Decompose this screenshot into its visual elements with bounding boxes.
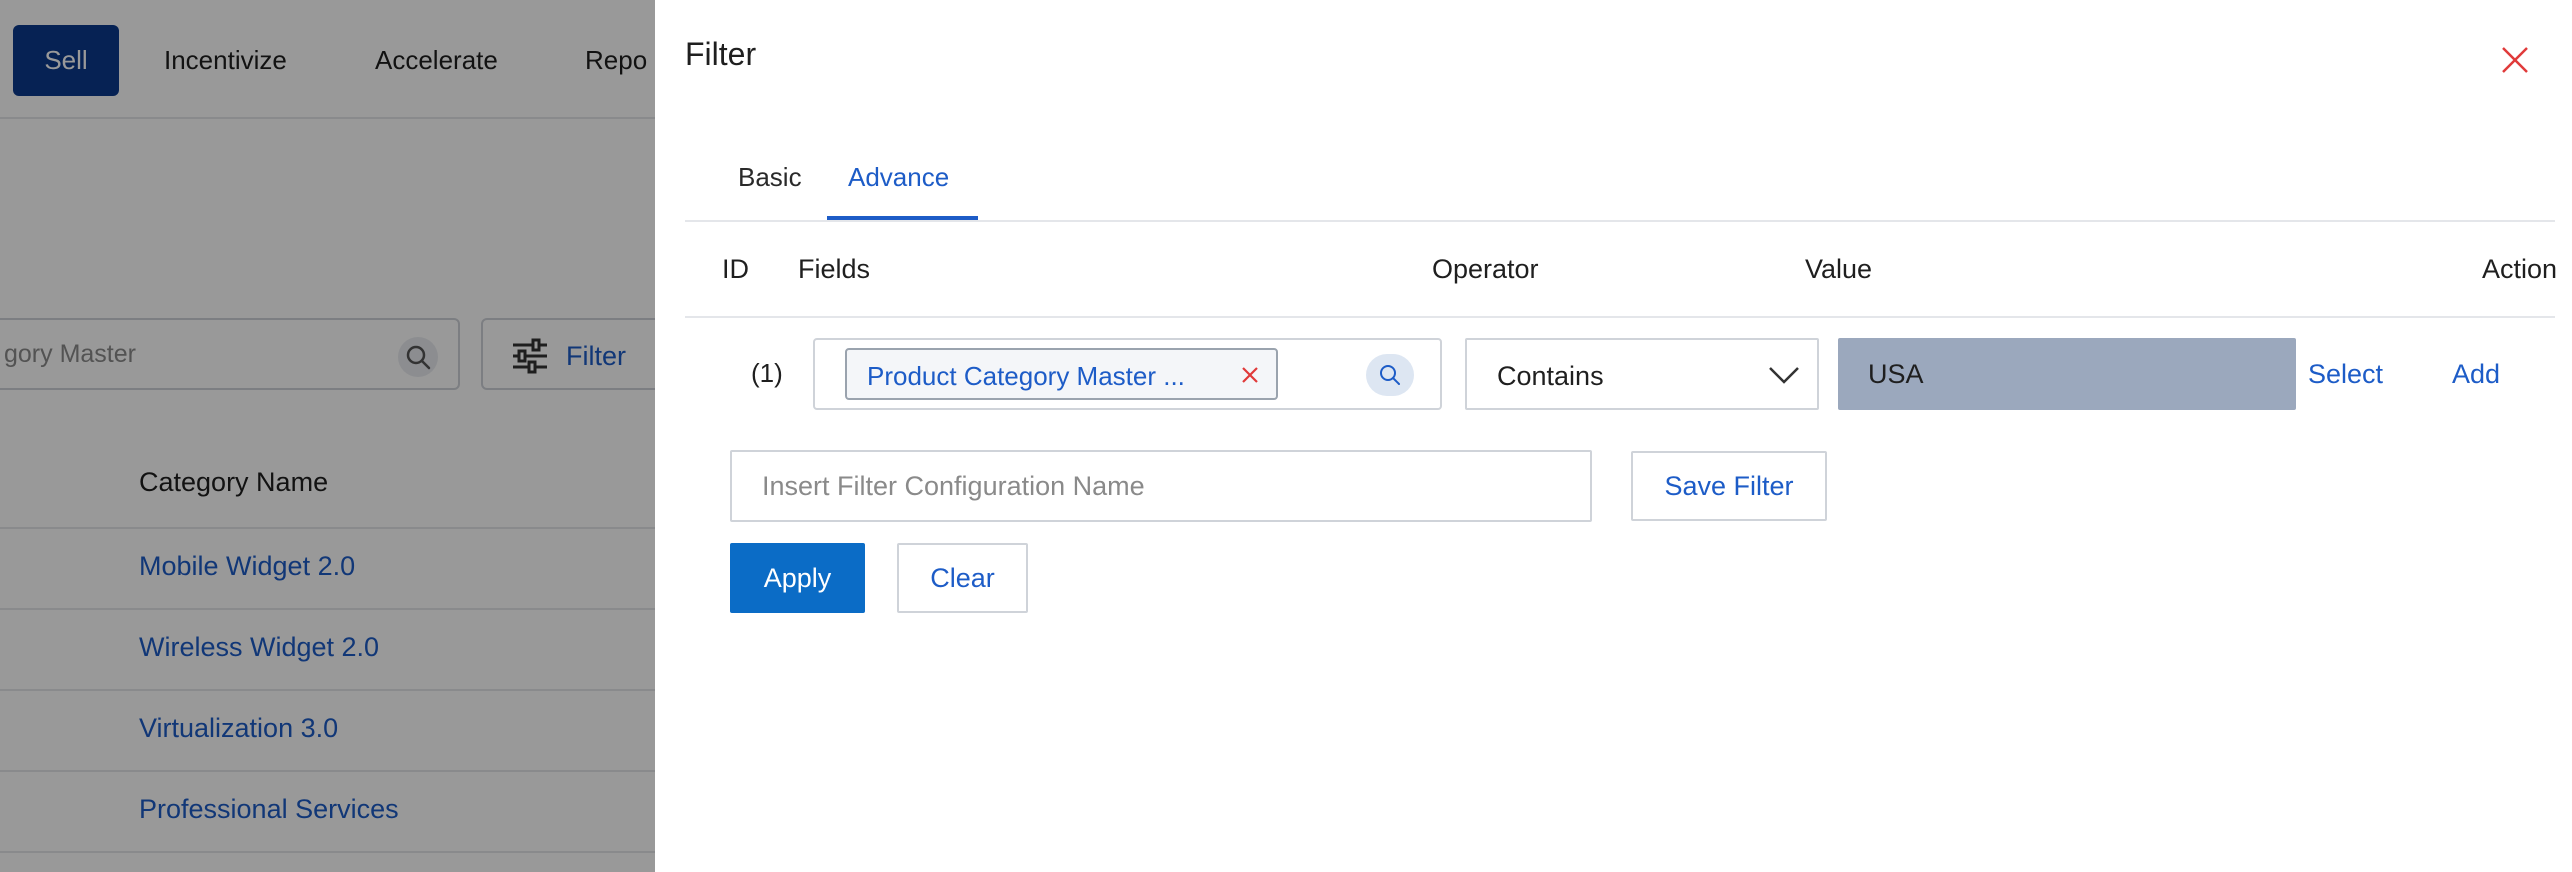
value-text: USA bbox=[1868, 359, 1924, 389]
fields-selector[interactable]: Product Category Master ... bbox=[813, 338, 1442, 410]
tab-advance[interactable]: Advance bbox=[848, 162, 949, 193]
column-header-fields: Fields bbox=[798, 254, 871, 284]
close-icon bbox=[2502, 47, 2528, 73]
modal-backdrop[interactable] bbox=[0, 0, 655, 872]
operator-value: Contains bbox=[1497, 361, 1604, 391]
row-id: (1) bbox=[751, 358, 783, 388]
value-field[interactable]: USA bbox=[1838, 338, 2296, 410]
save-filter-button[interactable]: Save Filter bbox=[1631, 451, 1827, 521]
chip-remove-icon[interactable] bbox=[1237, 362, 1263, 388]
select-link[interactable]: Select bbox=[2308, 359, 2383, 390]
operator-select[interactable]: Contains bbox=[1465, 338, 1819, 410]
field-chip[interactable]: Product Category Master ... bbox=[845, 348, 1278, 400]
field-search-button[interactable] bbox=[1366, 354, 1414, 396]
chevron-down-icon bbox=[1769, 367, 1799, 384]
column-header-id: ID bbox=[722, 254, 749, 284]
clear-button[interactable]: Clear bbox=[897, 543, 1028, 613]
panel-title: Filter bbox=[685, 36, 757, 72]
column-header-operator: Operator bbox=[1432, 254, 1539, 284]
add-link[interactable]: Add bbox=[2452, 359, 2500, 390]
filter-table-header: ID Fields Operator Value Action bbox=[685, 222, 2558, 318]
apply-button[interactable]: Apply bbox=[730, 543, 865, 613]
close-button[interactable] bbox=[2495, 40, 2535, 80]
column-header-action: Action bbox=[2482, 254, 2558, 284]
filter-tabs: Basic Advance bbox=[685, 142, 2555, 222]
field-chip-label: Product Category Master ... bbox=[867, 361, 1185, 391]
active-tab-indicator bbox=[827, 216, 978, 220]
search-icon bbox=[1380, 365, 1400, 385]
column-header-value: Value bbox=[1805, 254, 1873, 284]
filter-panel: Filter Basic Advance ID Fields Operator … bbox=[655, 0, 2572, 872]
tab-basic[interactable]: Basic bbox=[738, 162, 802, 193]
filter-config-name-input[interactable] bbox=[730, 450, 1592, 522]
